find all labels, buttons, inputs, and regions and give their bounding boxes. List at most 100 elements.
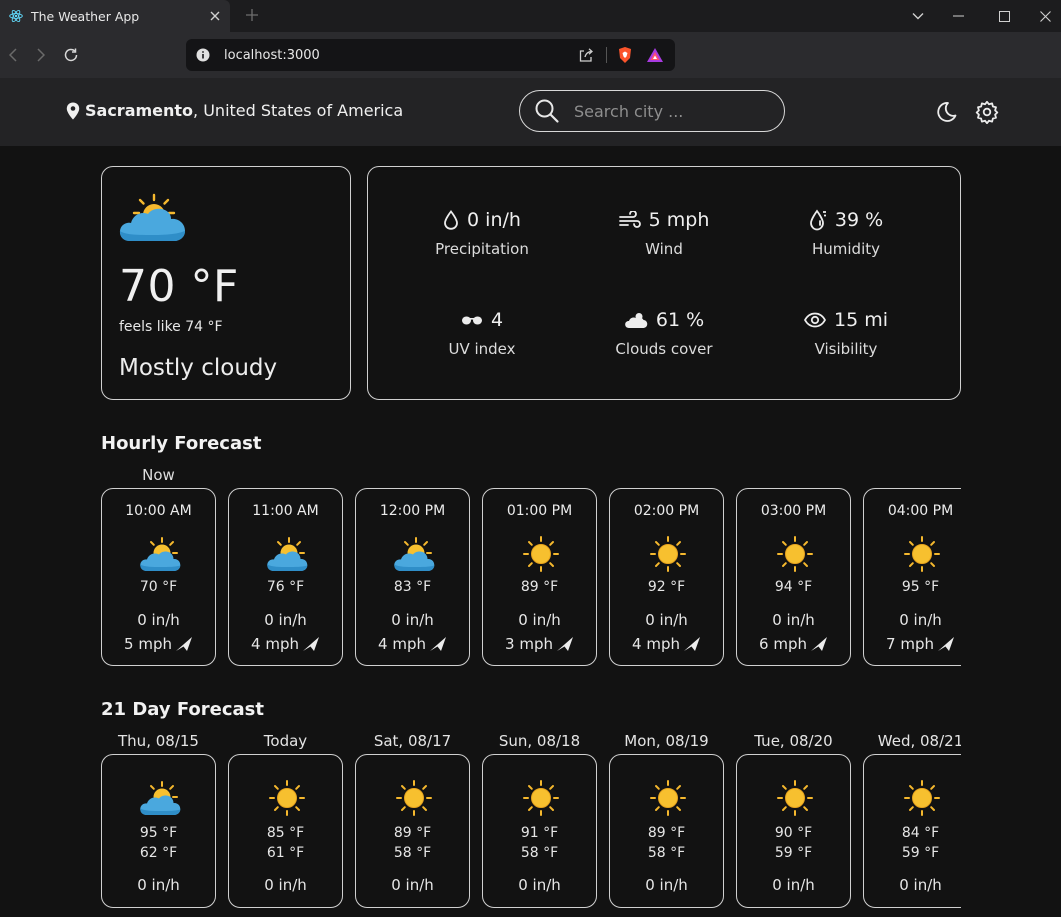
hourly-card: 04:00 PM 95 °F 0 in/h 7 mph	[863, 488, 961, 666]
hour-temp: 76 °F	[266, 579, 305, 595]
partly-cloudy-icon	[266, 537, 308, 572]
hour-wind: 4 mph	[632, 635, 680, 653]
hour-time: 04:00 PM	[887, 503, 954, 519]
uv-index-value: 4	[490, 309, 504, 331]
hourly-card: 12:00 PM 83 °F 0 in/h 4 mph	[355, 488, 470, 666]
hour-temp: 83 °F	[393, 579, 432, 595]
sun-icon	[269, 780, 305, 816]
visibility-value: 15 mi	[833, 309, 888, 331]
hour-wind: 7 mph	[886, 635, 934, 653]
close-icon[interactable]	[204, 5, 226, 27]
clouds-cover-label: Clouds cover	[615, 340, 713, 358]
gear-icon[interactable]	[974, 99, 1000, 125]
window-close-icon[interactable]	[1034, 5, 1056, 27]
moon-icon[interactable]	[933, 99, 959, 125]
day-low: 62 °F	[139, 845, 178, 861]
search-input[interactable]	[574, 101, 764, 121]
day-label: Sun, 08/18	[498, 732, 581, 750]
hourly-card: 10:00 AM 70 °F 0 in/h 5 mph	[101, 488, 216, 666]
sun-icon	[650, 780, 686, 816]
sun-icon	[523, 780, 559, 816]
day-high: 84 °F	[901, 825, 940, 841]
daily-forecast-strip[interactable]: Thu, 08/15 95 °F 62 °F 0 in/h Today 85 °…	[101, 732, 961, 917]
uv-index-metric: 4 UV index	[402, 307, 562, 358]
hour-precip: 0 in/h	[772, 611, 815, 629]
hourly-card: 02:00 PM 92 °F 0 in/h 4 mph	[609, 488, 724, 666]
hour-wind: 3 mph	[505, 635, 553, 653]
info-icon[interactable]	[196, 48, 210, 62]
maximize-icon[interactable]	[993, 5, 1015, 27]
hourly-card: 11:00 AM 76 °F 0 in/h 4 mph	[228, 488, 343, 666]
cloud-sun-icon	[625, 313, 648, 328]
location: Sacramento , United States of America	[66, 101, 403, 120]
sunglasses-icon	[461, 316, 482, 325]
current-temperature: 70 °F	[119, 261, 239, 312]
browser-tab[interactable]: The Weather App	[0, 0, 230, 32]
address-bar[interactable]: localhost:3000	[186, 39, 675, 71]
humidity-label: Humidity	[811, 240, 880, 258]
hour-precip: 0 in/h	[391, 611, 434, 629]
browser-nav-bar: localhost:3000	[0, 32, 1061, 78]
react-icon	[9, 9, 23, 23]
wind-direction-icon	[683, 637, 700, 651]
day-precip: 0 in/h	[518, 876, 561, 894]
hourly-forecast-title: Hourly Forecast	[101, 433, 262, 454]
brave-rewards-icon[interactable]	[645, 45, 665, 65]
hour-precip: 0 in/h	[137, 611, 180, 629]
forward-icon[interactable]	[30, 44, 52, 66]
hourly-forecast-strip[interactable]: 10:00 AM 70 °F 0 in/h 5 mph 11:00 AM 76 …	[101, 488, 961, 666]
wind-value: 5 mph	[648, 209, 710, 231]
divider	[606, 47, 607, 63]
wind-direction-icon	[175, 637, 192, 651]
day-high: 91 °F	[520, 825, 559, 841]
day-high: 85 °F	[266, 825, 305, 841]
day-precip: 0 in/h	[899, 876, 942, 894]
day-label: Mon, 08/19	[624, 732, 709, 750]
day-precip: 0 in/h	[391, 876, 434, 894]
back-icon[interactable]	[2, 44, 24, 66]
sun-icon	[396, 780, 432, 816]
now-label: Now	[142, 466, 175, 484]
day-high: 89 °F	[393, 825, 432, 841]
new-tab-icon[interactable]	[243, 6, 261, 24]
day-label: Wed, 08/21	[877, 732, 961, 750]
day-low: 58 °F	[647, 845, 686, 861]
daily-card: 90 °F 59 °F 0 in/h	[736, 754, 851, 908]
search-box[interactable]	[519, 90, 785, 132]
visibility-metric: 15 mi Visibility	[766, 307, 926, 358]
partly-cloudy-icon	[119, 193, 185, 241]
day-label: Thu, 08/15	[118, 732, 199, 750]
sun-icon	[777, 536, 813, 572]
wind-icon	[618, 211, 641, 228]
partly-cloudy-icon	[393, 537, 435, 572]
wind-direction-icon	[937, 637, 954, 651]
visibility-label: Visibility	[814, 340, 878, 358]
search-icon	[534, 98, 560, 124]
hour-time: 01:00 PM	[506, 503, 573, 519]
day-high: 89 °F	[647, 825, 686, 841]
day-precip: 0 in/h	[137, 876, 180, 894]
reload-icon[interactable]	[60, 44, 82, 66]
hour-temp: 95 °F	[901, 579, 940, 595]
humidity-icon	[809, 209, 826, 231]
url-text: localhost:3000	[224, 47, 320, 63]
wind-direction-icon	[302, 637, 319, 651]
hour-time: 11:00 AM	[252, 503, 319, 519]
hour-temp: 92 °F	[647, 579, 686, 595]
tab-search-icon[interactable]	[907, 5, 929, 27]
hour-wind: 4 mph	[251, 635, 299, 653]
humidity-value: 39 %	[834, 209, 884, 231]
sun-icon	[777, 780, 813, 816]
partly-cloudy-icon	[139, 537, 181, 572]
sun-icon	[523, 536, 559, 572]
hour-precip: 0 in/h	[899, 611, 942, 629]
brave-shield-icon[interactable]	[615, 45, 635, 65]
location-city: Sacramento	[85, 101, 194, 120]
day-label: Sat, 08/17	[373, 732, 452, 750]
current-condition: Mostly cloudy	[119, 355, 278, 381]
hour-precip: 0 in/h	[645, 611, 688, 629]
minimize-icon[interactable]	[947, 5, 969, 27]
share-icon[interactable]	[576, 45, 596, 65]
daily-card: 85 °F 61 °F 0 in/h	[228, 754, 343, 908]
day-low: 59 °F	[774, 845, 813, 861]
